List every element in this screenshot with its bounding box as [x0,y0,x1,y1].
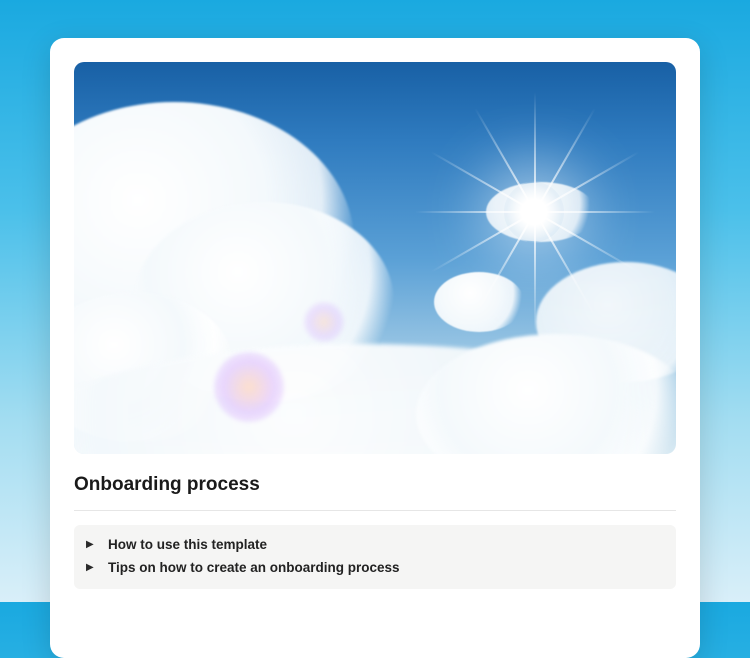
sun-icon [504,182,564,242]
hero-image [74,62,676,454]
triangle-right-icon: ▶ [86,562,96,573]
toggle-tips[interactable]: ▶ Tips on how to create an onboarding pr… [86,556,664,579]
triangle-right-icon: ▶ [86,539,96,550]
cloud-shape [434,272,524,332]
toggle-how-to-use[interactable]: ▶ How to use this template [86,533,664,556]
toggle-label: How to use this template [108,537,267,552]
lens-flare [304,302,344,342]
lens-flare [214,352,284,422]
page-title: Onboarding process [74,474,676,511]
document-card: Onboarding process ▶ How to use this tem… [50,38,700,658]
toggle-block: ▶ How to use this template ▶ Tips on how… [74,525,676,589]
toggle-label: Tips on how to create an onboarding proc… [108,560,400,575]
